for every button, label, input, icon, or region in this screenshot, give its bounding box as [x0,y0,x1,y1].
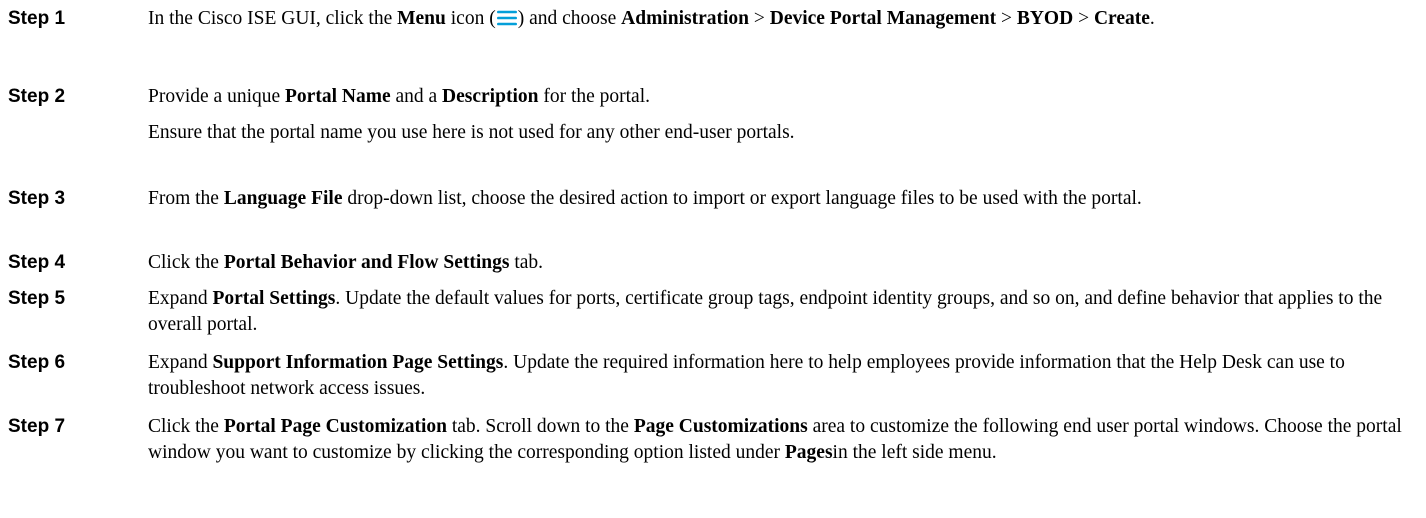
step-text: Click the Portal Behavior and Flow Setti… [148,250,1420,276]
text-run: > [1073,8,1094,29]
text-run: Expand [148,288,213,309]
step-text: In the Cisco ISE GUI, click the Menu ico… [148,6,1420,32]
text-run: > [996,8,1017,29]
step-instruction: In the Cisco ISE GUI, click the Menu ico… [148,6,1420,32]
ui-term: Description [442,86,539,107]
step-label: Step 3 [8,188,66,209]
step-label: Step 7 [8,416,66,437]
text-run: in the left side menu. [832,442,997,463]
text-run: and a [390,86,443,107]
text-run: drop-down list, choose the desired actio… [342,188,1142,209]
step-label: Step 6 [8,352,66,373]
step-label: Step 2 [8,86,66,107]
ui-term: Create [1093,8,1150,29]
step-instruction: Click the Portal Behavior and Flow Setti… [148,250,1420,276]
ui-term: Pages [784,442,833,463]
text-run: ) and choose [517,8,622,29]
step-instruction: Provide a unique Portal Name and a Descr… [148,84,1420,110]
text-run: tab. [509,252,544,273]
step-text: Click the Portal Page Customization tab.… [148,414,1420,466]
ui-term: Portal Name [285,86,391,107]
menu-icon [496,10,517,26]
ui-term: Language File [223,188,343,209]
ui-term: Portal Settings [212,288,336,309]
text-run: tab. Scroll down to the [446,416,634,437]
text-run: From the [148,188,224,209]
ui-term: Administration [621,8,749,29]
ui-term: Device Portal Management [769,8,997,29]
step-note: Ensure that the portal name you use here… [148,122,795,143]
text-run: . [1149,8,1155,29]
text-run: In the Cisco ISE GUI, click the [148,8,398,29]
text-run: > [749,8,770,29]
step-instruction: From the Language File drop-down list, c… [148,186,1420,212]
text-run: for the portal. [538,86,650,107]
text-run: Click the [148,416,224,437]
step-instruction: Click the Portal Page Customization tab.… [148,414,1420,466]
text-run: Provide a unique [148,86,286,107]
ui-term: Portal Behavior and Flow Settings [223,252,510,273]
text-run: Click the [148,252,224,273]
step-text: Expand Support Information Page Settings… [148,350,1420,402]
text-run: icon ( [445,8,496,29]
ui-term: BYOD [1016,8,1074,29]
ui-term: Portal Page Customization [223,416,447,437]
step-label: Step 5 [8,288,66,309]
ui-term: Page Customizations [633,416,808,437]
step-label: Step 1 [8,8,66,29]
text-run: Expand [148,352,213,373]
ui-term: Menu [397,8,446,29]
step-label: Step 4 [8,252,66,273]
step-text: Expand Portal Settings. Update the defau… [148,286,1420,338]
ui-term: Support Information Page Settings [212,352,504,373]
step-instruction: Expand Support Information Page Settings… [148,350,1420,402]
step-instruction: Expand Portal Settings. Update the defau… [148,286,1420,338]
step-text: Provide a unique Portal Name and a Descr… [148,84,1420,146]
step-text: From the Language File drop-down list, c… [148,186,1420,212]
